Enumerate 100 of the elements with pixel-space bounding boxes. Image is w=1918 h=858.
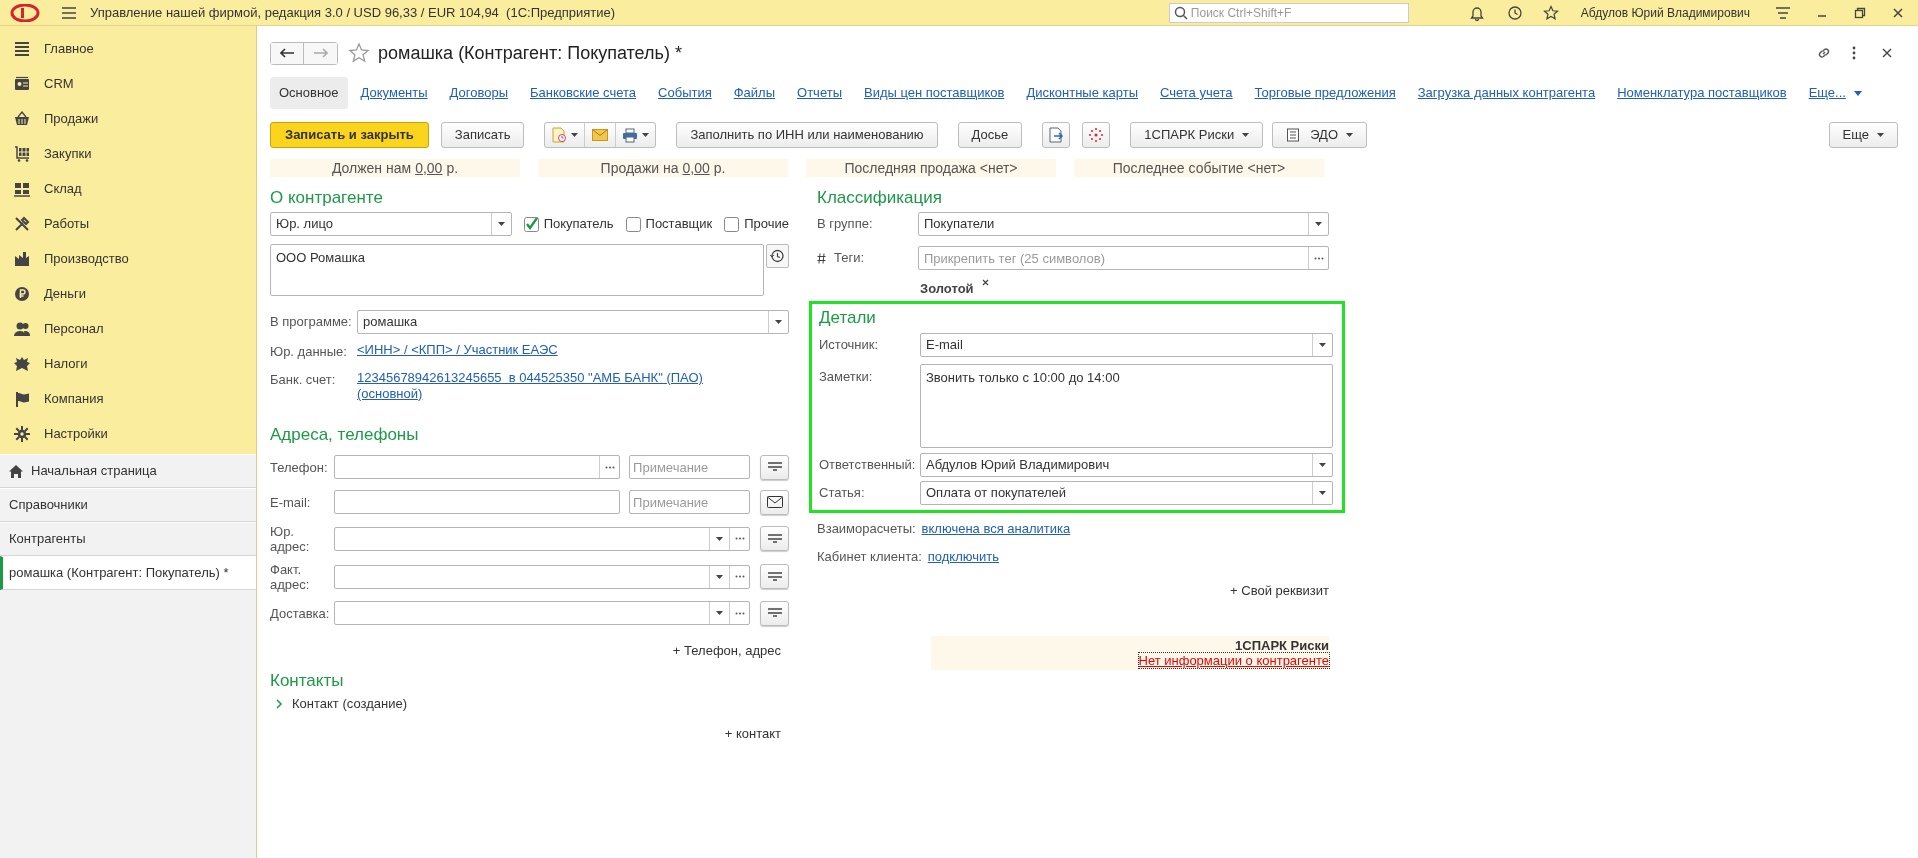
link[interactable]: включена вся аналитика [921,518,1071,538]
sidebar-section[interactable]: Настройки [0,416,256,451]
sidebar-section[interactable]: Главное [0,31,256,66]
spark-info-link[interactable]: Нет информации о контрагенте [1138,653,1329,668]
summary-amount[interactable]: 0,00 [682,157,710,179]
note-field[interactable]: Примечание [629,455,751,479]
sidebar-section[interactable]: Компания [0,381,256,416]
sidebar-section[interactable]: Налоги [0,346,256,381]
tab[interactable]: События [649,77,721,109]
document-title: ромашка (Контрагент: Покупатель) * [378,41,682,65]
tab[interactable]: Номенклатура поставщиков [1608,77,1796,109]
sidebar-section[interactable]: CRM [0,66,256,101]
tab[interactable]: Договоры [440,77,518,109]
caret-icon [1242,133,1250,137]
ruble-coin-icon [14,285,30,302]
envelope-icon [592,129,609,141]
grid-icon [14,180,30,197]
checkbox[interactable] [625,216,641,232]
sidebar-section[interactable]: Закупки [0,136,256,171]
close-icon[interactable] [1892,6,1904,19]
group-select[interactable]: Покупатели [918,212,1329,236]
history-button[interactable] [765,244,789,268]
link[interactable]: <ИНН> / <КПП> / Участник ЕАЭС [357,342,558,358]
type-select[interactable]: Юр. лицо [270,212,512,236]
notes-field[interactable]: Звонить только с 10:00 до 14:00 [920,363,1333,448]
more-icon[interactable] [1852,46,1856,60]
tab[interactable]: Отчеты [788,77,851,109]
restore-icon[interactable] [1854,6,1866,19]
checkbox[interactable] [523,216,539,232]
tab[interactable]: Счета учета [1151,77,1242,109]
open-window-tab[interactable]: Начальная страница [0,454,256,488]
value-select[interactable]: Оплата от покупателей [920,480,1333,505]
sidebar-section[interactable]: Персонал [0,311,256,346]
search-field[interactable]: Поиск Ctrl+Shift+F [1168,2,1409,23]
more-menu[interactable]: Еще [1828,122,1898,148]
caret-icon [716,536,724,541]
tab[interactable]: Виды цен поставщиков [855,77,1014,109]
back-button[interactable] [271,42,304,64]
summary-amount[interactable]: 0,00 [415,157,443,179]
ellipsis-icon [604,465,615,469]
caret-icon [1319,462,1326,467]
save-and-close-button[interactable]: Записать и закрыть [270,122,429,148]
close-icon[interactable] [1882,48,1892,58]
tab[interactable]: Еще... [1799,77,1871,109]
ellipsis-icon [1313,256,1324,260]
tab[interactable]: Основное [270,77,348,109]
program-name-select[interactable]: ромашка [357,310,789,334]
spark-button[interactable] [1082,122,1111,148]
tab[interactable]: Торговые предложения [1245,77,1405,109]
link[interactable]: 12345678942613245655 в 044525350 "АМБ БАНК" (ПАО) (основной) [357,369,703,402]
tab[interactable]: Документы [351,77,437,109]
tab[interactable]: Загрузка данных контрагента [1408,77,1605,109]
name-field[interactable]: ООО Ромашка [270,244,764,296]
open-window-tab[interactable]: Справочники [0,488,256,522]
contact-item[interactable]: Контакт (создание) [292,694,407,714]
link-icon[interactable] [1816,45,1832,61]
note-field[interactable]: Примечание [629,490,751,514]
tab[interactable]: Файлы [724,77,785,109]
value-select[interactable]: Абдулов Юрий Владимирович [920,452,1333,477]
field-label: Телефон: [270,459,329,475]
email-field[interactable] [334,490,621,514]
spark-risks-menu[interactable]: 1СПАРК Риски [1130,122,1264,148]
tab[interactable]: Банковские счета [521,77,646,109]
sidebar-section[interactable]: Склад [0,171,256,206]
summary-unit: р. [713,158,726,178]
bell-icon[interactable] [1468,4,1485,21]
export-button[interactable] [1042,122,1071,148]
ellipsis-icon [734,611,745,615]
tab[interactable]: Дисконтные карты [1017,77,1147,109]
caret-icon [497,222,505,226]
settings-icon[interactable] [1776,6,1790,19]
star-icon[interactable] [348,42,370,64]
phone-field[interactable] [334,455,621,479]
edo-menu[interactable]: ЭДО [1272,122,1367,148]
add-attribute-link[interactable]: + Свой реквизит [1230,580,1329,600]
checkbox[interactable] [724,216,740,232]
sidebar-section[interactable]: Продажи [0,101,256,136]
section-heading: Детали [819,306,877,329]
star-icon[interactable] [1542,4,1559,21]
people-icon [14,320,30,337]
toolbar-button[interactable]: Заполнить по ИНН или наименованию [676,122,938,148]
history-icon[interactable] [1506,4,1523,21]
close-icon[interactable] [981,279,989,286]
address-options-button[interactable] [760,489,789,515]
toolbar-button[interactable]: Записать [440,122,525,148]
sidebar-section[interactable]: Деньги [0,276,256,311]
sidebar-section[interactable]: Производство [0,241,256,276]
add-phone-address-link[interactable]: + Телефон, адрес [672,640,781,660]
toolbar-button[interactable]: Досье [957,122,1023,148]
search-input[interactable]: Поиск Ctrl+Shift+F [1187,3,1408,22]
checkbox-label: Покупатель [543,215,614,234]
link[interactable]: подключить [927,547,999,567]
summary-item: Последняя продажа <нет> [806,159,1056,177]
add-contact-link[interactable]: + контакт [724,723,781,743]
value-select[interactable]: E-mail [920,332,1333,357]
sidebar-section[interactable]: Работы [0,206,256,241]
menu-icon[interactable] [62,6,76,19]
open-window-tab[interactable]: ромашка (Контрагент: Покупатель) * [0,556,256,590]
caret-icon [1319,490,1326,495]
section-heading: Классификация [817,187,943,209]
